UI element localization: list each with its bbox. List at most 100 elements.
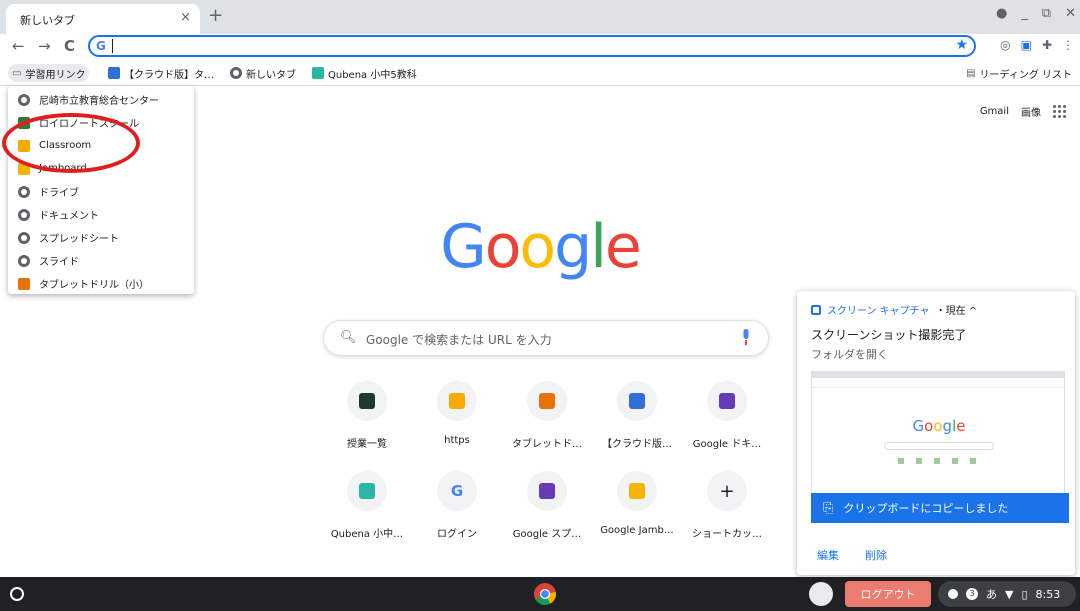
shortcut-icon-circle [527,471,567,511]
notification-count-badge: 3 [966,588,978,600]
search-input[interactable]: Google で検索または URL を入力 [366,331,552,348]
search-icon: 🔍︎ [340,330,357,345]
lesson-list-icon [359,393,375,409]
bookmark-menu-item[interactable]: スライド [8,249,194,272]
bookmarks-bar: ▭ 学習用リンク 【クラウド版】タ… 新しいタブ Qubena 小中5教科 ▤ … [0,60,1080,86]
copied-text: クリップボードにコピーしました [843,502,1009,515]
classroom-icon [449,393,465,409]
notification-time[interactable]: ・現在 ^ [936,302,978,317]
account-icon[interactable]: ● [996,6,1007,21]
notification-app-name: スクリーン キャプチャ [827,306,930,317]
open-folder-link[interactable]: フォルダを開く [811,346,888,362]
shortcut-tile[interactable]: Google スプ… [502,471,592,549]
shortcut-tile[interactable]: Google ドキ… [682,381,772,459]
bookmark-qubena[interactable]: Qubena 小中5教科 [308,64,421,82]
microphone-icon[interactable] [742,329,750,345]
globe-icon [18,231,30,244]
delete-button[interactable]: 削除 [865,547,887,563]
bookmark-star-icon[interactable]: ★ [955,37,968,53]
text-caret [112,39,113,53]
shortcut-tile[interactable]: 【クラウド版… [592,381,682,459]
avatar[interactable] [809,582,833,606]
thumbnail-google-logo: Google [912,417,966,435]
screenshot-notification: スクリーン キャプチャ ・現在 ^ スクリーンショット撮影完了 フォルダを開く … [797,291,1075,575]
shortcut-tile[interactable]: https [412,381,502,459]
shortcut-icon-circle: G [437,471,477,511]
edit-button[interactable]: 編集 [817,547,839,563]
shortcut-label: 【クラウド版… [602,439,672,450]
tab-new-tab[interactable]: 新しいタブ × [6,4,200,34]
bookmark-menu-item[interactable]: スプレッドシート [8,226,194,249]
battery-icon: ▯ [1021,587,1028,601]
lens-icon[interactable]: ◎ [1000,38,1010,52]
tab-close-button[interactable]: × [180,10,191,25]
shortcut-label: https [444,435,470,446]
omnibox[interactable]: G ★ [88,35,976,57]
globe-icon [18,93,30,106]
google-top-links: Gmail 画像 [980,104,1066,119]
bookmark-menu-item-label: ドキュメント [39,211,99,222]
notification-header: スクリーン キャプチャ ・現在 ^ [811,302,977,317]
bookmark-menu-item[interactable]: 尼崎市立教育総合センター [8,88,194,111]
bookmark-menu-item-label: スライド [39,257,79,268]
globe-icon [18,185,30,198]
apps-grid-icon[interactable] [1053,105,1066,118]
shortcut-label: ショートカッ… [692,529,762,540]
logout-button[interactable]: ログアウト [845,581,931,607]
restore-button[interactable]: ⧉ [1042,6,1051,21]
shortcut-icon-circle [347,471,387,511]
bookmark-menu-item[interactable]: ドライブ [8,180,194,203]
menu-kebab-icon[interactable]: ⋮ [1062,38,1074,52]
cloud-app-icon [629,393,645,409]
copied-to-clipboard-banner: ⎘ クリップボードにコピーしました [811,493,1069,523]
chrome-icon[interactable] [534,583,556,605]
bookmark-menu-item-label: スプレッドシート [39,234,119,245]
shortcut-tile[interactable]: タブレットド… [502,381,592,459]
bookmark-cloud[interactable]: 【クラウド版】タ… [104,64,218,82]
toolbar-extensions: ◎ ▣ ✚ ⋮ [1000,38,1074,52]
shortcut-tile[interactable]: Google Jamb… [592,471,682,549]
shortcut-label: ログイン [437,529,477,540]
reading-list-button[interactable]: ▤ リーディング リスト [962,64,1076,82]
media-icon [948,589,958,599]
screenshot-thumbnail[interactable]: Google [811,371,1065,503]
shortcut-tile[interactable]: 授業一覧 [322,381,412,459]
launcher-button[interactable] [10,587,24,601]
extensions-puzzle-icon[interactable]: ✚ [1042,38,1052,52]
shortcut-icon-circle [617,381,657,421]
search-box[interactable]: 🔍︎ Google で検索または URL を入力 [323,320,769,356]
bookmark-folder-gakushu[interactable]: ▭ 学習用リンク [8,64,90,82]
images-link[interactable]: 画像 [1021,104,1041,119]
drill-icon [18,277,30,290]
bookmark-menu-item-label: 尼崎市立教育総合センター [39,96,159,107]
close-window-button[interactable]: ✕ [1065,6,1076,21]
tab-strip: 新しいタブ × + ● _ ⧉ ✕ [0,0,1080,34]
screenshot-extension-icon[interactable]: ▣ [1021,38,1032,52]
clipboard-icon: ⎘ [823,500,834,516]
browser-toolbar: ← → C G ★ ◎ ▣ ✚ ⋮ [0,34,1080,60]
cloud-app-icon [108,67,120,79]
back-button[interactable]: ← [12,37,25,55]
window-controls: ● _ ⧉ ✕ [996,6,1076,21]
bookmark-menu-item[interactable]: ドキュメント [8,203,194,226]
new-tab-button[interactable]: + [208,5,223,26]
bookmark-label: 新しいタブ [246,69,296,81]
shortcut-tile[interactable]: + ショートカッ… [682,471,772,549]
google-docs-icon [719,393,735,409]
gmail-link[interactable]: Gmail [980,106,1009,117]
screen-capture-icon [811,304,821,315]
status-tray[interactable]: 3 あ ▼ ▯ 8:53 [938,581,1076,607]
globe-icon [18,208,30,221]
shortcut-tile[interactable]: G ログイン [412,471,502,549]
wifi-icon: ▼ [1005,587,1014,601]
shortcut-tile[interactable]: Qubena 小中… [322,471,412,549]
clock: 8:53 [1035,587,1061,601]
reload-button[interactable]: C [64,37,75,55]
minimize-button[interactable]: _ [1021,6,1028,21]
bookmark-menu-item[interactable]: タブレットドリル（小） [8,272,194,295]
shortcut-label: Google ドキ… [692,439,762,450]
reading-list-label: リーディング リスト [979,69,1072,81]
forward-button[interactable]: → [38,37,51,55]
bookmark-new-tab[interactable]: 新しいタブ [226,64,300,82]
drill-icon [539,393,555,409]
